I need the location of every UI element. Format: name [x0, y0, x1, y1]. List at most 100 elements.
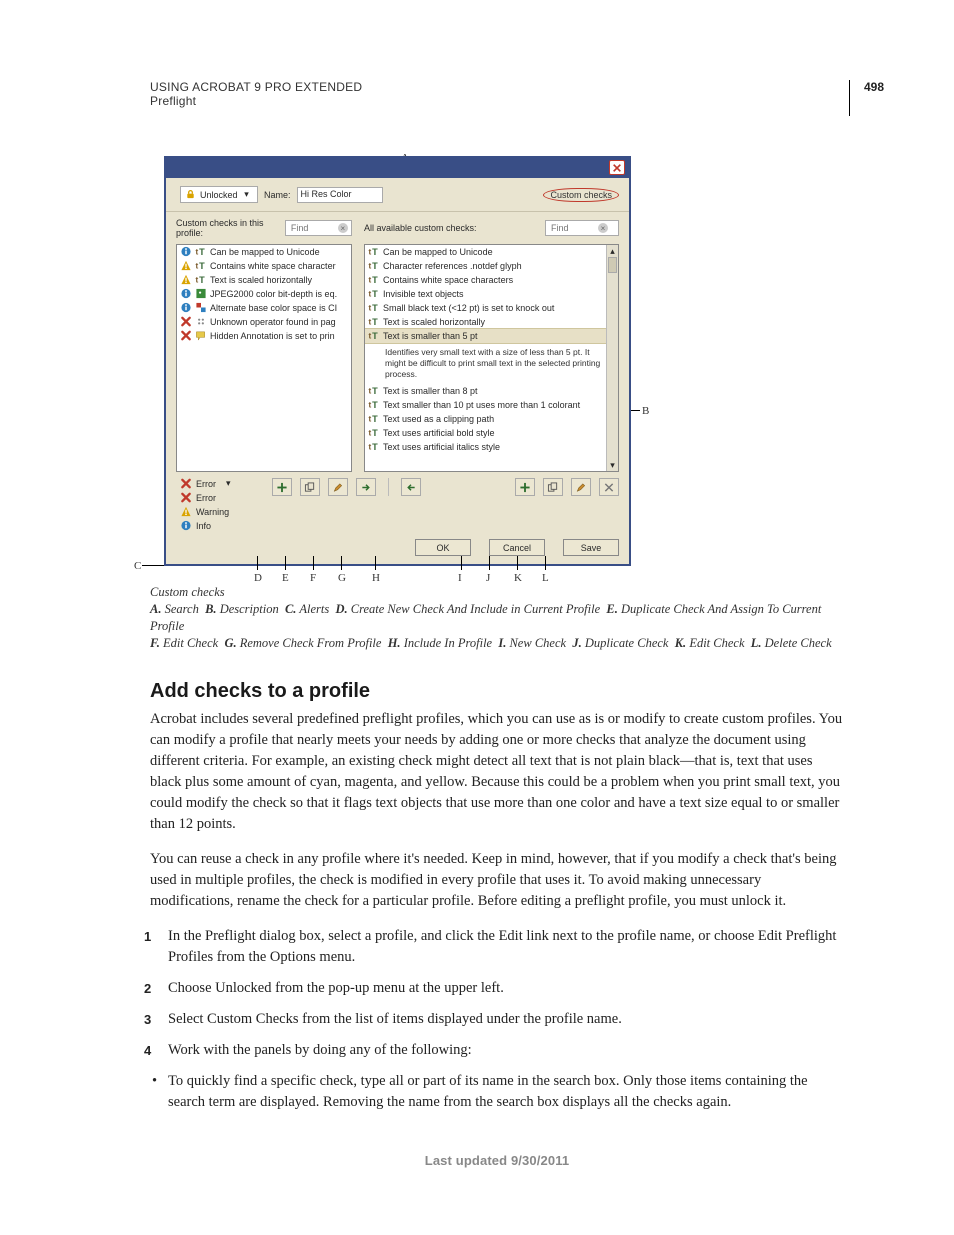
list-item[interactable]: Text is smaller than 5 pt [365, 329, 618, 343]
list-item[interactable]: Unknown operator found in pag [177, 315, 351, 329]
edit-check-button-2[interactable] [571, 478, 591, 496]
check-type-icon [195, 274, 207, 285]
step-item: Select Custom Checks from the list of it… [150, 1009, 844, 1030]
profile-checks-list[interactable]: Can be mapped to UnicodeContains white s… [176, 244, 352, 472]
list-item-label: Invisible text objects [383, 288, 464, 300]
available-checks-list[interactable]: Can be mapped to UnicodeCharacter refere… [364, 244, 619, 472]
list-item[interactable]: Text smaller than 10 pt uses more than 1… [365, 398, 618, 412]
list-item[interactable]: Contains white space character [177, 259, 351, 273]
error-icon [180, 492, 192, 503]
cancel-button[interactable]: Cancel [489, 539, 545, 556]
check-type-icon [368, 385, 380, 396]
delete-check-button[interactable] [599, 478, 619, 496]
page-number: 498 [864, 80, 884, 94]
check-type-icon [368, 260, 380, 271]
check-type-icon [368, 302, 380, 313]
info-icon [180, 288, 192, 299]
list-item[interactable]: Text is scaled horizontally [177, 273, 351, 287]
list-item[interactable]: Hidden Annotation is set to prin [177, 329, 351, 343]
lock-state-select[interactable]: Unlocked ▾ [180, 186, 258, 203]
right-search-input[interactable] [549, 222, 595, 234]
check-type-icon [368, 441, 380, 452]
edit-check-button[interactable] [328, 478, 348, 496]
bullet-item: To quickly find a specific check, type a… [150, 1071, 844, 1113]
list-item[interactable]: Text is smaller than 8 pt [365, 384, 618, 398]
duplicate-check-button[interactable] [543, 478, 563, 496]
dropdown-icon[interactable]: ▾ [226, 478, 231, 489]
callout-B: B [642, 405, 649, 417]
left-panel-title: Custom checks in this profile: [176, 218, 281, 238]
list-item[interactable]: JPEG2000 color bit-depth is eq. [177, 287, 351, 301]
body-para-2: You can reuse a check in any profile whe… [150, 849, 844, 912]
clear-icon[interactable]: × [338, 223, 348, 233]
check-type-icon [368, 274, 380, 285]
scroll-thumb[interactable] [608, 257, 617, 273]
titlebar [166, 158, 629, 178]
list-item[interactable]: Character references .notdef glyph [365, 259, 618, 273]
list-item-label: Character references .notdef glyph [383, 260, 522, 272]
dropdown-icon: ▾ [242, 189, 252, 200]
key-letter: F [310, 572, 316, 584]
list-item-label: Hidden Annotation is set to prin [210, 330, 335, 342]
check-type-icon [195, 302, 207, 313]
err-icon [180, 316, 192, 327]
list-item-label: JPEG2000 color bit-depth is eq. [210, 288, 337, 300]
legend-warning-label: Warning [196, 507, 229, 517]
steps-list: In the Preflight dialog box, select a pr… [150, 926, 844, 1061]
info-icon [180, 302, 192, 313]
lock-state-label: Unlocked [200, 190, 238, 200]
check-type-icon [195, 330, 207, 341]
name-label: Name: [264, 190, 291, 200]
new-check-button[interactable] [515, 478, 535, 496]
list-item[interactable]: Alternate base color space is CI [177, 301, 351, 315]
list-item[interactable]: Text uses artificial italics style [365, 440, 618, 454]
list-item-label: Contains white space characters [383, 274, 513, 286]
step-item: Choose Unlocked from the pop-up menu at … [150, 978, 844, 999]
check-type-icon [368, 288, 380, 299]
list-item[interactable]: Small black text (<12 pt) is set to knoc… [365, 301, 618, 315]
new-check-include-button[interactable] [272, 478, 292, 496]
scrollbar[interactable]: ▴ ▾ [606, 245, 618, 471]
duplicate-assign-button[interactable] [300, 478, 320, 496]
warn-icon [180, 274, 192, 285]
list-item-label: Contains white space character [210, 260, 336, 272]
list-item-label: Alternate base color space is CI [210, 302, 337, 314]
list-item-label: Text is scaled horizontally [210, 274, 312, 286]
profile-name-input[interactable]: Hi Res Color [297, 187, 383, 203]
check-type-icon [368, 246, 380, 257]
right-search[interactable]: × [545, 220, 619, 236]
check-type-icon [195, 316, 207, 327]
key-letter: D [254, 572, 262, 584]
last-updated: Last updated 9/30/2011 [150, 1153, 844, 1168]
clear-icon[interactable]: × [598, 223, 608, 233]
list-item[interactable]: Text used as a clipping path [365, 412, 618, 426]
left-search[interactable]: × [285, 220, 352, 236]
check-type-icon [195, 246, 207, 257]
unlock-icon [185, 189, 196, 200]
check-type-icon [195, 288, 207, 299]
list-item-label: Unknown operator found in pag [210, 316, 336, 328]
left-search-input[interactable] [289, 222, 335, 234]
scroll-down-icon[interactable]: ▾ [607, 459, 618, 471]
check-type-icon [195, 260, 207, 271]
include-in-profile-button[interactable] [401, 478, 421, 496]
list-item[interactable]: Can be mapped to Unicode [177, 245, 351, 259]
bullet-list: To quickly find a specific check, type a… [150, 1071, 844, 1113]
key-letter: I [458, 572, 462, 584]
scroll-up-icon[interactable]: ▴ [607, 245, 618, 257]
step-item: Work with the panels by doing any of the… [150, 1040, 844, 1061]
list-item[interactable]: Text is scaled horizontally [365, 315, 618, 329]
remove-from-profile-button[interactable] [356, 478, 376, 496]
list-item[interactable]: Can be mapped to Unicode [365, 245, 618, 259]
check-description: Identifies very small text with a size o… [385, 347, 606, 380]
list-item-label: Text uses artificial italics style [383, 441, 500, 453]
list-item-label: Text is scaled horizontally [383, 316, 485, 328]
list-item[interactable]: Text uses artificial bold style [365, 426, 618, 440]
list-item[interactable]: Invisible text objects [365, 287, 618, 301]
caption-line2: F. Edit Check G. Remove Check From Profi… [150, 636, 832, 650]
ok-button[interactable]: OK [415, 539, 471, 556]
list-item[interactable]: Contains white space characters [365, 273, 618, 287]
save-button[interactable]: Save [563, 539, 619, 556]
list-item-label: Text uses artificial bold style [383, 427, 495, 439]
close-button[interactable] [609, 160, 625, 175]
